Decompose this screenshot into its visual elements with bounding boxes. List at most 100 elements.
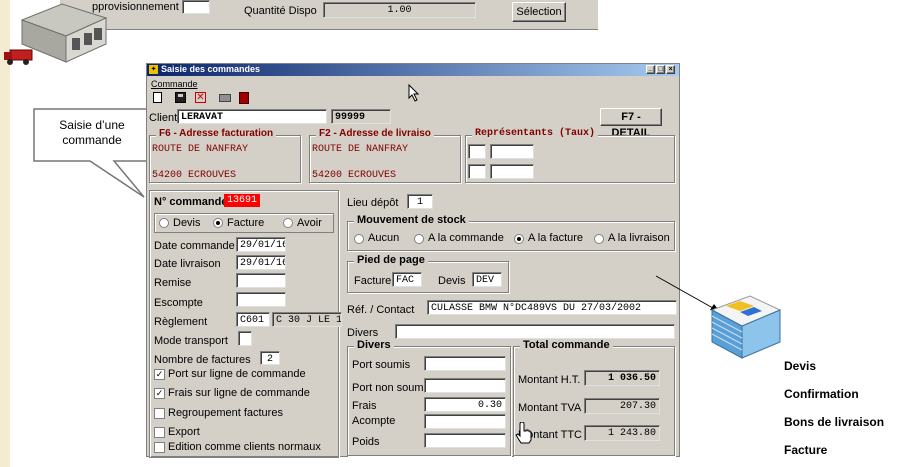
output-confirmation: Confirmation — [784, 387, 859, 401]
selection-button[interactable]: Sélection — [512, 2, 566, 22]
total-group: Total commande Montant H.T. 1 036.50 Mon… — [513, 339, 675, 456]
save-icon[interactable] — [175, 92, 186, 103]
client-label: Client — [149, 112, 178, 124]
representant-2-rate[interactable] — [490, 164, 534, 179]
maximize-button[interactable]: □ — [656, 65, 665, 74]
representants-group: Représentants (Taux) — [465, 128, 675, 183]
order-group: N° commande 13691 Devis Facture Avoir Da… — [149, 190, 342, 458]
radio-stock-commande[interactable] — [414, 234, 424, 244]
radio-stock-facture[interactable] — [514, 234, 524, 244]
chk-edition[interactable] — [154, 442, 165, 453]
date-livraison-field[interactable]: 29/01/16 — [236, 255, 286, 270]
representant-1-code[interactable] — [468, 144, 486, 159]
main-window: ✦ Saisie des commandes _ □ × Commande ✕ … — [146, 63, 680, 458]
chk-port[interactable]: ✓ — [154, 369, 165, 380]
radio-stock-livraison-label: A la livraison — [608, 232, 670, 244]
radio-stock-facture-label: A la facture — [528, 232, 584, 244]
pied-devis-field[interactable]: DEV — [472, 272, 502, 287]
radio-devis[interactable] — [159, 218, 169, 228]
lieu-depot-field[interactable]: 1 — [407, 194, 433, 209]
facturation-line1: ROUTE DE NANFRAY — [152, 144, 249, 155]
montant-tva-field: 207.30 — [584, 398, 660, 414]
representant-1-rate[interactable] — [490, 144, 534, 159]
poids-field[interactable] — [424, 433, 506, 448]
reglement-label: Règlement — [154, 316, 208, 328]
facturation-title: F6 - Adresse facturation — [156, 128, 277, 139]
stock-title: Mouvement de stock — [354, 214, 469, 226]
approvisionnement-field[interactable] — [182, 0, 210, 14]
new-document-icon[interactable] — [153, 92, 162, 103]
doc-type-radio-group: Devis Facture Avoir — [154, 213, 334, 233]
detail-button[interactable]: F7 - DETAIL — [600, 108, 662, 139]
acompte-label: Acompte — [352, 415, 396, 427]
port-soumis-field[interactable] — [424, 356, 506, 371]
chk-regroupement[interactable] — [154, 408, 165, 419]
ref-contact-field[interactable]: CULASSE BMW N°DC489VS DU 27/03/2002 — [427, 300, 677, 315]
port-soumis-label: Port soumis — [352, 359, 411, 371]
date-commande-field[interactable]: 29/01/16 — [236, 237, 286, 252]
pied-de-page-title: Pied de page — [354, 254, 428, 266]
divers-group-title: Divers — [354, 339, 394, 351]
app-icon: ✦ — [149, 65, 158, 74]
date-livraison-label: Date livraison — [154, 258, 221, 270]
stock-group: Mouvement de stock Aucun A la commande A… — [347, 214, 675, 251]
radio-avoir[interactable] — [283, 218, 293, 228]
facturation-group: F6 - Adresse facturation ROUTE DE NANFRA… — [149, 128, 301, 183]
hand-cursor-icon — [515, 422, 532, 444]
warehouse-illustration — [4, 3, 108, 65]
livraison-line1: ROUTE DE NANFRAY — [312, 144, 409, 155]
radio-stock-commande-label: A la commande — [428, 232, 504, 244]
menu-commande[interactable]: Commande — [151, 79, 198, 89]
radio-stock-aucun[interactable] — [354, 234, 364, 244]
port-non-soumis-field[interactable] — [424, 378, 506, 393]
window-title: Saisie des commandes — [161, 64, 261, 74]
chk-export[interactable] — [154, 427, 165, 438]
mode-transport-field[interactable] — [238, 331, 252, 346]
delete-icon[interactable]: ✕ — [195, 92, 206, 103]
client-name-field[interactable]: LERAVAT — [177, 109, 327, 124]
print-icon[interactable] — [219, 94, 231, 102]
mouse-pointer-icon — [408, 84, 420, 102]
radio-stock-livraison[interactable] — [594, 234, 604, 244]
chk-frais-label: Frais sur ligne de commande — [168, 387, 310, 399]
livraison-title: F2 - Adresse de livraiso — [316, 128, 434, 139]
ref-contact-label: Réf. / Contact — [347, 304, 415, 316]
background-window: pprovisionnement Quantité Dispo 1.00 Sél… — [60, 0, 598, 30]
reglement-code-field[interactable]: C601 — [236, 312, 270, 327]
radio-devis-label: Devis — [173, 217, 201, 229]
radio-facture[interactable] — [213, 218, 223, 228]
radio-stock-aucun-label: Aucun — [368, 232, 400, 244]
chk-port-label: Port sur ligne de commande — [168, 368, 306, 380]
order-number-label: N° commande — [154, 196, 228, 208]
representant-2-code[interactable] — [468, 164, 486, 179]
livraison-line2: 54200 ECROUVES — [312, 170, 397, 181]
divers-field[interactable] — [395, 324, 675, 339]
mode-transport-label: Mode transport — [154, 335, 228, 347]
divers-group: Divers Port soumis Port non soumis Frais… — [347, 339, 511, 456]
minimize-button[interactable]: _ — [646, 65, 655, 74]
client-code-field: 99999 — [331, 109, 391, 124]
toolbar: ✕ — [149, 90, 259, 106]
output-bons-livraison: Bons de livraison — [784, 415, 885, 429]
pied-facture-field[interactable]: FAC — [392, 272, 422, 287]
montant-tva-label: Montant TVA — [518, 402, 582, 414]
nb-factures-label: Nombre de factures — [154, 354, 251, 366]
escompte-field[interactable] — [236, 292, 286, 307]
chk-regroupement-label: Regroupement factures — [168, 407, 283, 419]
chk-edition-label: Edition comme clients normaux — [168, 441, 321, 453]
exit-icon[interactable] — [239, 92, 249, 104]
title-bar[interactable]: ✦ Saisie des commandes _ □ × — [147, 64, 679, 76]
total-title: Total commande — [520, 339, 613, 351]
chk-export-label: Export — [168, 426, 200, 438]
frais-field[interactable]: 0.30 — [424, 397, 506, 412]
order-number-value: 13691 — [224, 194, 261, 207]
nb-factures-field[interactable]: 2 — [260, 351, 280, 365]
frais-label: Frais — [352, 400, 377, 412]
close-button[interactable]: × — [666, 65, 675, 74]
acompte-field[interactable] — [424, 414, 506, 429]
remise-field[interactable] — [236, 273, 286, 288]
remise-label: Remise — [154, 277, 192, 289]
chk-frais[interactable]: ✓ — [154, 388, 165, 399]
callout-text: Saisie d’une commande — [59, 118, 125, 147]
pied-de-page-group: Pied de page Facture FAC Devis DEV — [347, 254, 509, 293]
